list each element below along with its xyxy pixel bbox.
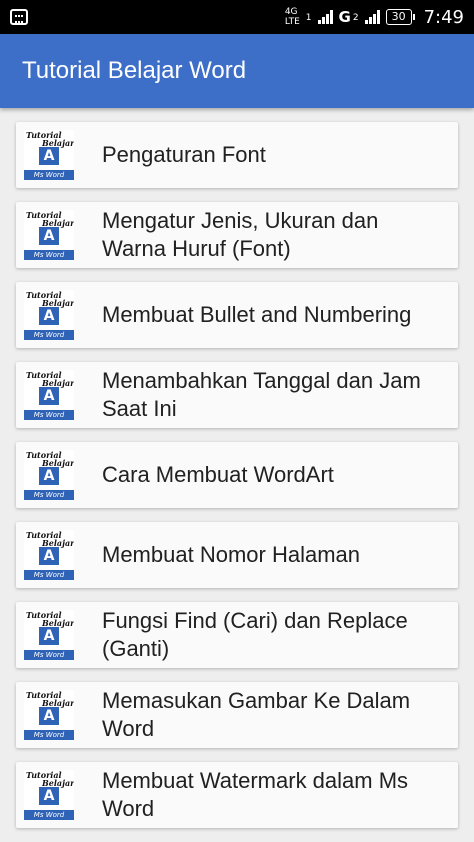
list-item[interactable]: Tutorial Belajar A Ms Word Membuat Water… — [16, 762, 458, 828]
app-bar: Tutorial Belajar Word — [0, 34, 474, 108]
logo-caption: Tutorial Belajar — [26, 211, 74, 227]
ms-word-logo-icon: Tutorial Belajar A Ms Word — [24, 530, 74, 580]
status-left — [10, 9, 28, 25]
logo-caption: Tutorial Belajar — [26, 691, 74, 707]
logo-caption: Tutorial Belajar — [26, 531, 74, 547]
ms-word-logo-icon: Tutorial Belajar A Ms Word — [24, 290, 74, 340]
logo-footer: Ms Word — [24, 570, 74, 580]
logo-line2: Belajar — [42, 378, 74, 388]
list-item-title: Memasukan Gambar Ke Dalam Word — [102, 688, 411, 741]
logo-line2: Belajar — [42, 618, 74, 628]
list-item-title: Cara Membuat WordArt — [102, 462, 334, 487]
ms-word-logo-icon: Tutorial Belajar A Ms Word — [24, 210, 74, 260]
logo-letter: A — [36, 464, 62, 488]
ms-word-logo-icon: Tutorial Belajar A Ms Word — [24, 770, 74, 820]
logo-footer: Ms Word — [24, 730, 74, 740]
app-title: Tutorial Belajar Word — [22, 57, 247, 84]
list-item[interactable]: Tutorial Belajar A Ms Word Fungsi Find (… — [16, 602, 458, 668]
logo-line2: Belajar — [42, 458, 74, 468]
logo-letter: A — [36, 224, 62, 248]
logo-caption: Tutorial Belajar — [26, 131, 74, 147]
list-item[interactable]: Tutorial Belajar A Ms Word Memasukan Gam… — [16, 682, 458, 748]
ms-word-logo-icon: Tutorial Belajar A Ms Word — [24, 370, 74, 420]
logo-footer: Ms Word — [24, 330, 74, 340]
logo-footer: Ms Word — [24, 650, 74, 660]
list-item-title: Pengaturan Font — [102, 142, 266, 167]
list-item[interactable]: Tutorial Belajar A Ms Word Cara Membuat … — [16, 442, 458, 508]
status-bar: 4G LTE 1 G 2 30 7:49 — [0, 0, 474, 34]
ms-word-logo-icon: Tutorial Belajar A Ms Word — [24, 610, 74, 660]
logo-line2: Belajar — [42, 138, 74, 148]
bbm-notification-icon — [10, 9, 28, 25]
logo-letter: A — [36, 544, 62, 568]
logo-letter: A — [36, 624, 62, 648]
ms-word-logo-icon: Tutorial Belajar A Ms Word — [24, 450, 74, 500]
list-item[interactable]: Tutorial Belajar A Ms Word Menambahkan T… — [16, 362, 458, 428]
network-type: 4G — [284, 7, 298, 17]
ms-word-logo-icon: Tutorial Belajar A Ms Word — [24, 130, 74, 180]
logo-line2: Belajar — [42, 218, 74, 228]
logo-line2: Belajar — [42, 538, 74, 548]
signal-bars-icon-2 — [364, 10, 380, 24]
tutorial-list: Tutorial Belajar A Ms Word Pengaturan Fo… — [0, 108, 474, 828]
logo-letter: A — [36, 784, 62, 808]
battery-icon: 30 — [385, 9, 415, 25]
logo-footer: Ms Word — [24, 490, 74, 500]
list-item-title: Mengatur Jenis, Ukuran dan Warna Huruf (… — [102, 208, 379, 261]
list-item-title: Fungsi Find (Cari) dan Replace (Ganti) — [102, 608, 408, 661]
list-item-title: Membuat Bullet and Numbering — [102, 302, 412, 327]
signal-bars-icon — [317, 10, 333, 24]
logo-letter: A — [36, 704, 62, 728]
ms-word-logo-icon: Tutorial Belajar A Ms Word — [24, 690, 74, 740]
list-item[interactable]: Tutorial Belajar A Ms Word Membuat Nomor… — [16, 522, 458, 588]
logo-caption: Tutorial Belajar — [26, 291, 74, 307]
sim2-label: 2 — [352, 12, 359, 23]
list-item-title: Membuat Watermark dalam Ms Word — [102, 768, 409, 821]
logo-line2: Belajar — [42, 698, 74, 708]
list-item-title: Menambahkan Tanggal dan Jam Saat Ini — [102, 368, 421, 421]
network-sub: LTE — [284, 17, 300, 27]
list-item[interactable]: Tutorial Belajar A Ms Word Mengatur Jeni… — [16, 202, 458, 268]
list-item[interactable]: Tutorial Belajar A Ms Word Pengaturan Fo… — [16, 122, 458, 188]
sim1-label: 1 — [305, 12, 312, 23]
status-right: 4G LTE 1 G 2 30 7:49 — [285, 7, 464, 28]
logo-line2: Belajar — [42, 778, 74, 788]
logo-caption: Tutorial Belajar — [26, 771, 74, 787]
network-indicator: 4G LTE — [285, 7, 300, 27]
logo-caption: Tutorial Belajar — [26, 611, 74, 627]
logo-line2: Belajar — [42, 298, 74, 308]
logo-caption: Tutorial Belajar — [26, 451, 74, 467]
logo-footer: Ms Word — [24, 250, 74, 260]
logo-footer: Ms Word — [24, 170, 74, 180]
clock: 7:49 — [423, 6, 464, 28]
list-item-title: Membuat Nomor Halaman — [102, 542, 360, 567]
logo-footer: Ms Word — [24, 810, 74, 820]
list-item[interactable]: Tutorial Belajar A Ms Word Membuat Bulle… — [16, 282, 458, 348]
logo-letter: A — [36, 304, 62, 328]
logo-footer: Ms Word — [24, 410, 74, 420]
sim2-network-letter: G — [338, 8, 351, 26]
logo-letter: A — [36, 144, 62, 168]
logo-caption: Tutorial Belajar — [26, 371, 74, 387]
logo-letter: A — [36, 384, 62, 408]
